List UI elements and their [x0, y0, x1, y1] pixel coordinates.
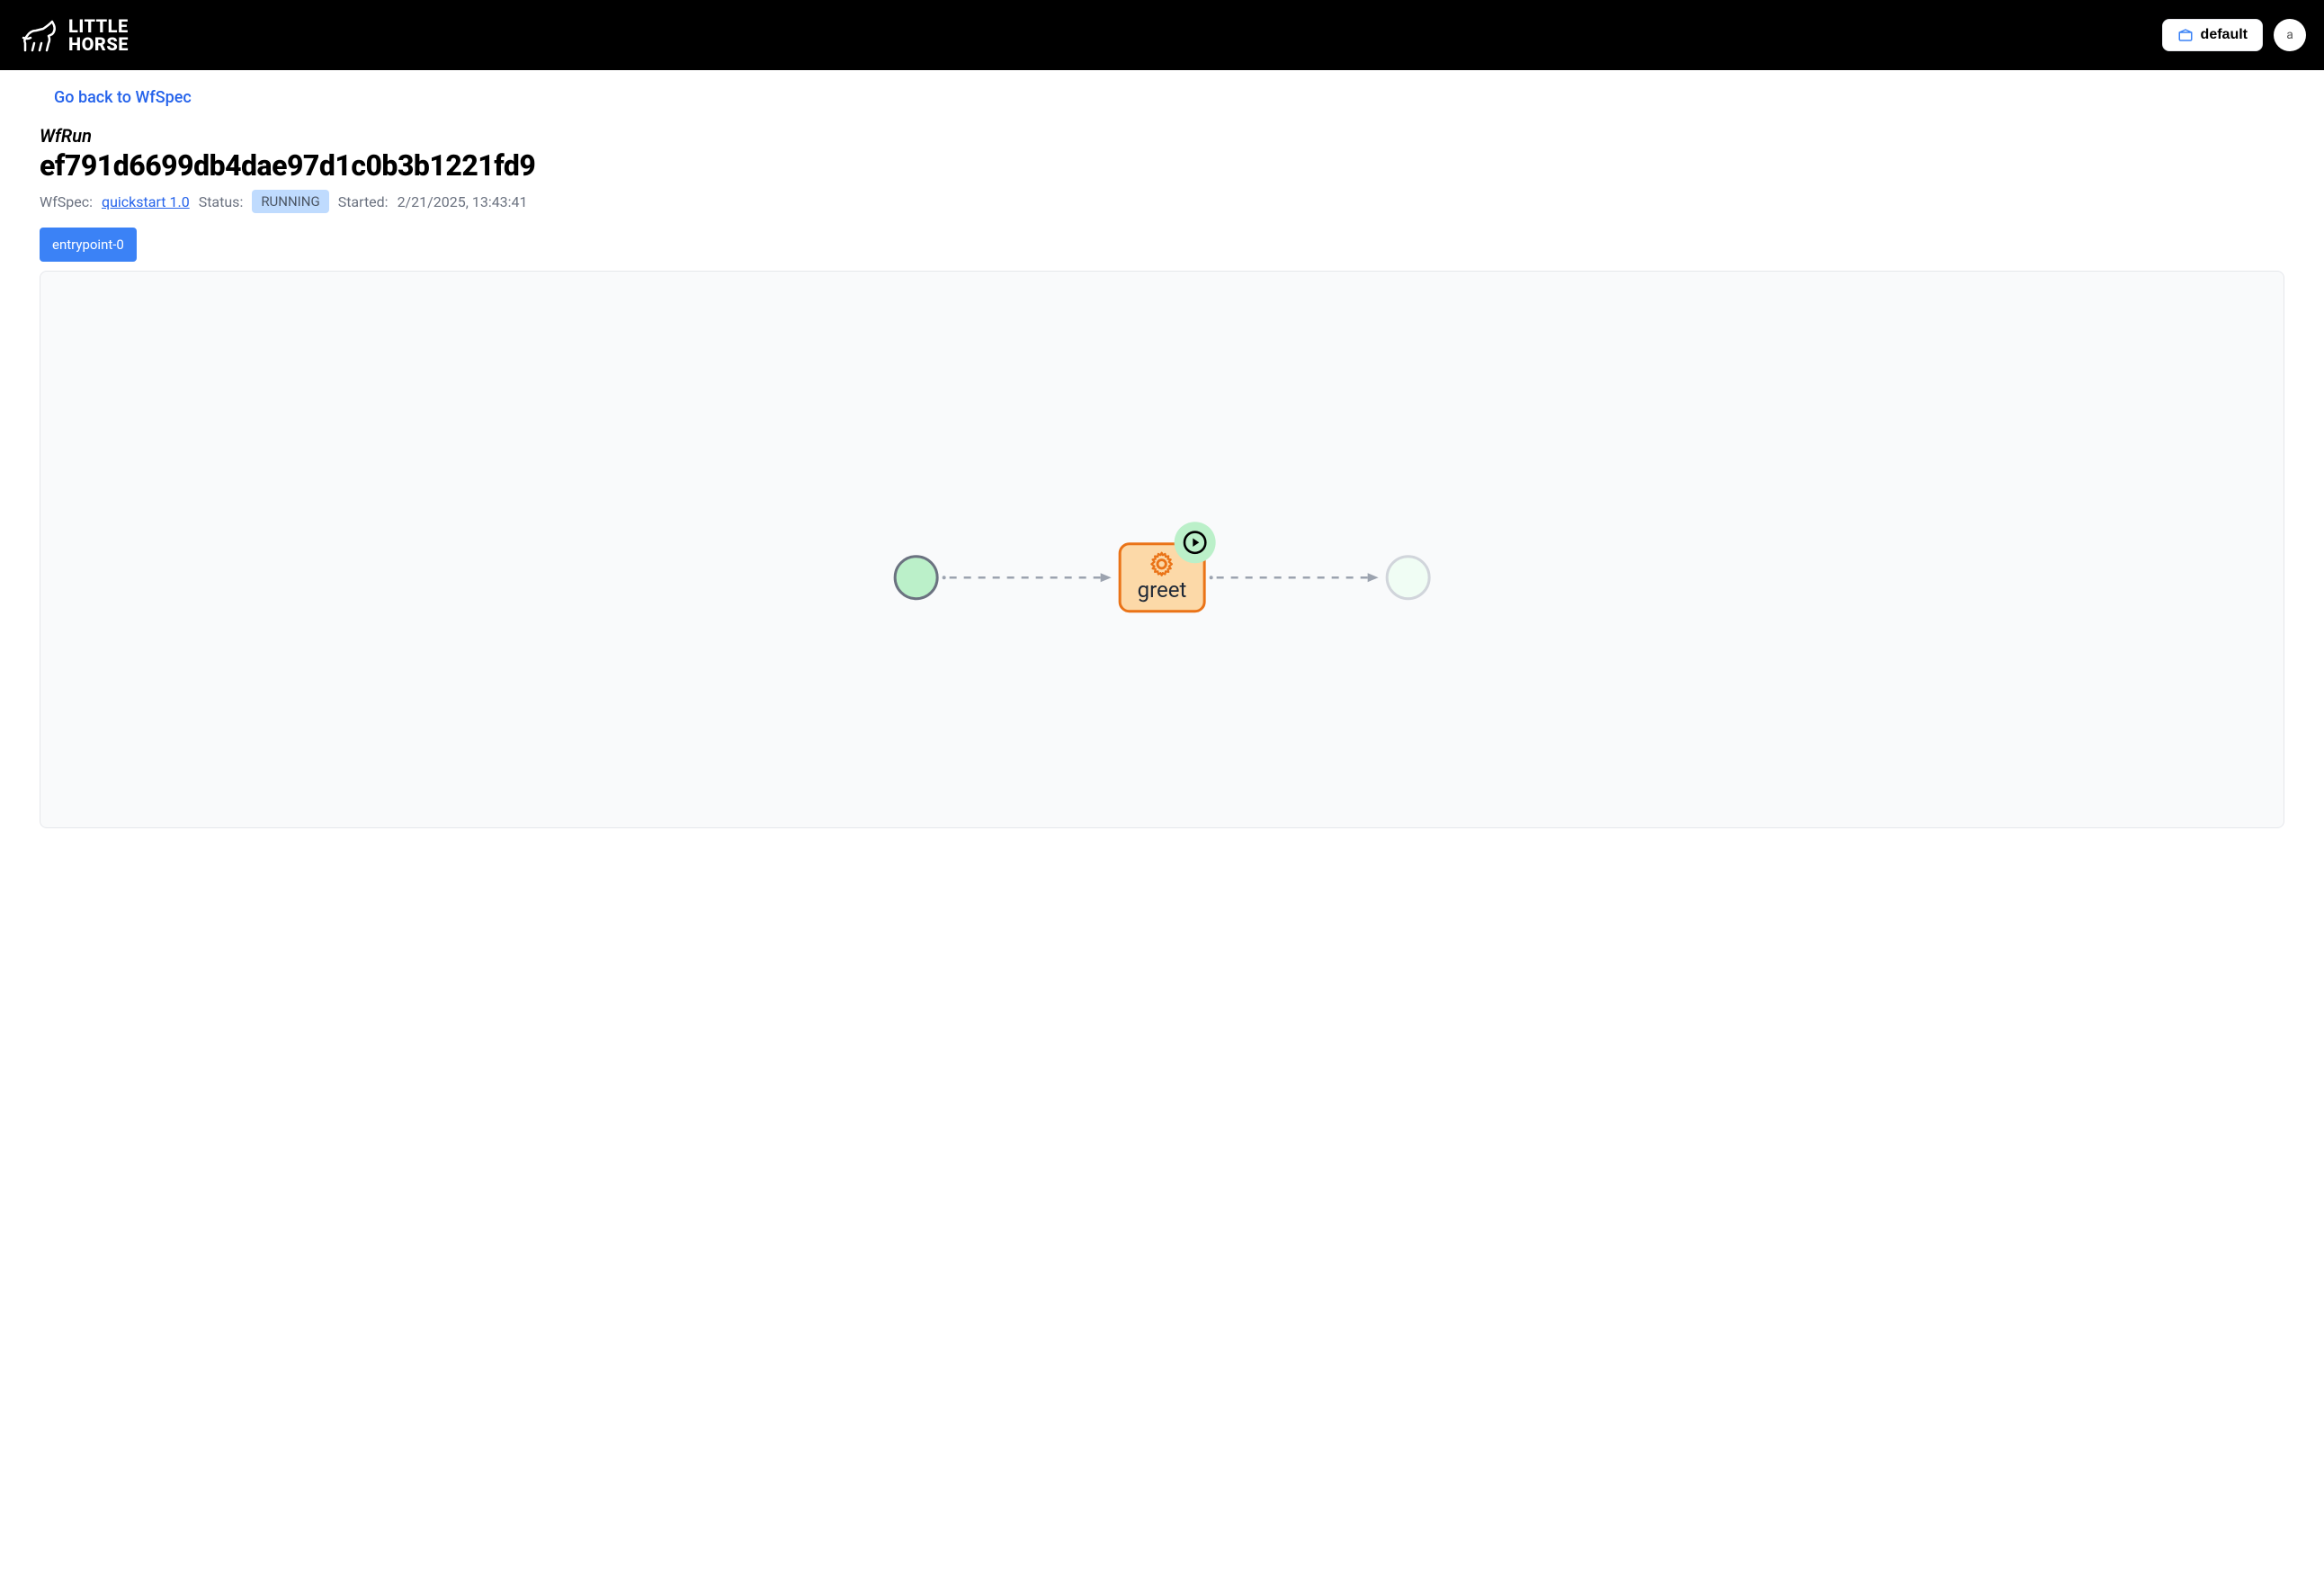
- meta-row: WfSpec: quickstart 1.0 Status: RUNNING S…: [40, 190, 2284, 213]
- logo-line2: HORSE: [68, 35, 129, 53]
- exit-node[interactable]: [1385, 555, 1430, 600]
- play-circle-icon: [1182, 530, 1207, 555]
- diagram: greet: [894, 542, 1431, 612]
- logo-line1: LITTLE: [68, 17, 129, 35]
- page-subtitle: WfRun: [40, 125, 2284, 147]
- task-node-greet[interactable]: greet: [1119, 542, 1206, 612]
- task-status-running: [1174, 522, 1215, 563]
- tenant-label: default: [2201, 27, 2248, 43]
- top-header: LITTLE HORSE default a: [0, 0, 2324, 70]
- tenant-selector[interactable]: default: [2162, 19, 2263, 51]
- entrypoint-node[interactable]: [894, 555, 939, 600]
- page-title: ef791d6699db4dae97d1c0b3b1221fd9: [40, 148, 2284, 183]
- page-content: Go back to WfSpec WfRun ef791d6699db4dae…: [0, 70, 2324, 846]
- started-label: Started:: [338, 193, 389, 210]
- horse-icon: [18, 16, 61, 54]
- status-label: Status:: [199, 193, 244, 210]
- thread-tab[interactable]: entrypoint-0: [40, 228, 137, 262]
- gear-icon: [1149, 550, 1175, 577]
- logo[interactable]: LITTLE HORSE: [18, 16, 129, 54]
- edge-2: [1205, 576, 1385, 578]
- wfspec-link[interactable]: quickstart 1.0: [102, 193, 190, 210]
- edge-1: [939, 576, 1119, 578]
- started-value: 2/21/2025, 13:43:41: [398, 193, 528, 210]
- status-badge: RUNNING: [252, 190, 328, 213]
- package-icon: [2177, 27, 2194, 43]
- wfspec-label: WfSpec:: [40, 193, 93, 210]
- avatar-char: a: [2286, 28, 2293, 42]
- back-link[interactable]: Go back to WfSpec: [54, 88, 192, 107]
- user-avatar[interactable]: a: [2274, 19, 2306, 51]
- workflow-canvas[interactable]: greet: [40, 271, 2284, 828]
- task-name: greet: [1138, 577, 1187, 603]
- header-right: default a: [2162, 19, 2306, 51]
